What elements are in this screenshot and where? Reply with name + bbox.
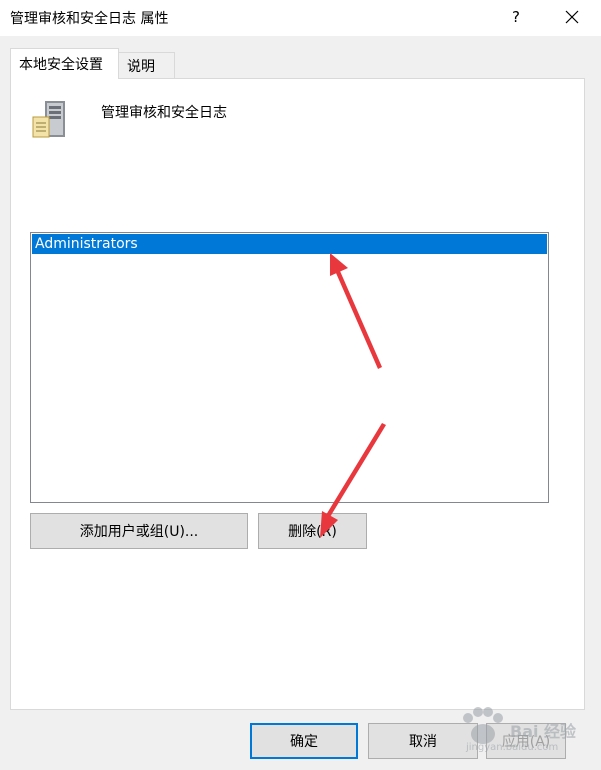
policy-name: 管理审核和安全日志	[101, 105, 227, 121]
tab-label: 本地安全设置	[19, 57, 103, 73]
remove-button-label: 删除(R)	[288, 524, 337, 540]
tab-local-security-setting[interactable]: 本地安全设置	[10, 48, 119, 79]
window-title: 管理审核和安全日志 属性	[10, 11, 169, 27]
help-label: ?	[512, 8, 520, 26]
remove-button[interactable]: 删除(R)	[258, 513, 367, 549]
close-button[interactable]	[549, 0, 595, 34]
add-user-or-group-button[interactable]: 添加用户或组(U)...	[30, 513, 248, 549]
close-icon	[565, 10, 579, 24]
members-listbox[interactable]: Administrators	[30, 232, 549, 503]
list-item[interactable]: Administrators	[32, 234, 547, 254]
list-item-label: Administrators	[35, 236, 138, 252]
server-policy-icon	[32, 101, 65, 138]
tab-explain[interactable]: 说明	[118, 52, 175, 79]
tab-panel: 管理审核和安全日志 Administrators 添加用户或组(U)... 删除…	[10, 78, 585, 710]
tab-label: 说明	[127, 59, 155, 75]
apply-button[interactable]: 应用(A)	[486, 723, 566, 759]
cancel-button-label: 取消	[409, 734, 437, 750]
add-button-label: 添加用户或组(U)...	[79, 524, 199, 540]
apply-button-label: 应用(A)	[501, 734, 551, 750]
cancel-button[interactable]: 取消	[368, 723, 478, 759]
help-button[interactable]: ?	[496, 0, 536, 34]
ok-button[interactable]: 确定	[250, 723, 358, 759]
ok-button-label: 确定	[290, 734, 318, 750]
title-bar: 管理审核和安全日志 属性 ?	[0, 0, 601, 36]
